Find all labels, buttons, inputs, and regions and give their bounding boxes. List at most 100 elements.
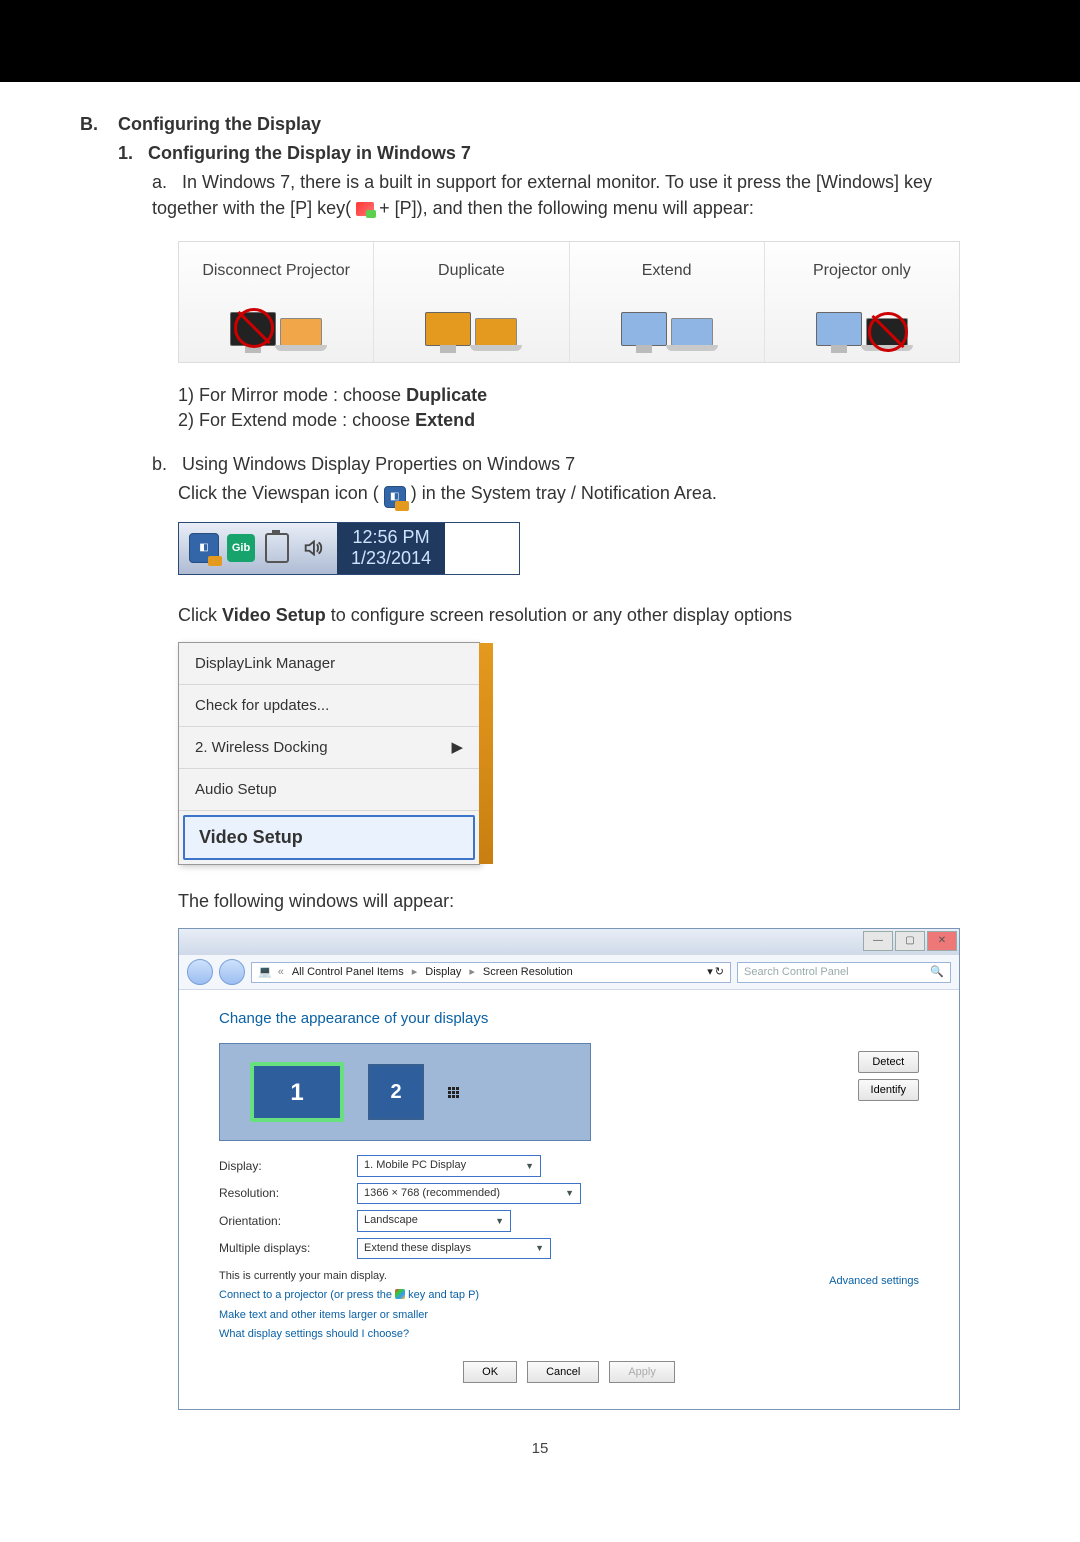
- proj-option-disconnect[interactable]: Disconnect Projector: [179, 242, 374, 362]
- apply-button[interactable]: Apply: [609, 1361, 675, 1383]
- github-tray-icon[interactable]: Gib: [227, 534, 255, 562]
- proj-icon-projector-only: [769, 294, 955, 346]
- breadcrumb-sep: «: [276, 965, 286, 980]
- click-bold: Video Setup: [222, 605, 326, 625]
- menu-item-updates[interactable]: Check for updates...: [179, 685, 479, 727]
- menu-item-wireless-docking[interactable]: 2. Wireless Docking ▶: [179, 727, 479, 769]
- resolution-select[interactable]: 1366 × 768 (recommended) ▼: [357, 1183, 581, 1204]
- paragraph-a: a. In Windows 7, there is a built in sup…: [152, 170, 1000, 220]
- display-2-number: 2: [390, 1078, 401, 1106]
- resolution-row: Resolution: 1366 × 768 (recommended) ▼: [219, 1183, 919, 1204]
- address-refresh-icon[interactable]: ↻: [715, 965, 724, 980]
- click-video-setup-text: Click Video Setup to configure screen re…: [178, 603, 1000, 628]
- section-b-label: B.: [80, 114, 98, 134]
- cancel-button[interactable]: Cancel: [527, 1361, 599, 1383]
- bullet-b-label: b.: [152, 454, 167, 474]
- display-arrangement-area: 1 2 Detect Identify: [219, 1043, 919, 1141]
- display-2[interactable]: 2: [368, 1064, 424, 1120]
- address-dropdown-icon[interactable]: ▾: [707, 965, 713, 980]
- detect-identify-buttons: Detect Identify: [858, 1051, 919, 1101]
- section-b-title: Configuring the Display: [118, 114, 321, 134]
- step1-text: 1) For Mirror mode : choose: [178, 385, 401, 405]
- which-settings-link[interactable]: What display settings should I choose?: [219, 1327, 919, 1342]
- tray-clock[interactable]: 12:56 PM 1/23/2014: [337, 523, 445, 574]
- document-page: B. Configuring the Display 1. Configurin…: [0, 0, 1080, 1499]
- search-placeholder: Search Control Panel: [744, 965, 849, 980]
- orientation-select[interactable]: Landscape ▼: [357, 1210, 511, 1231]
- search-input[interactable]: Search Control Panel 🔍: [737, 962, 951, 983]
- click-post: to configure screen resolution or any ot…: [331, 605, 792, 625]
- speaker-tray-icon[interactable]: [299, 534, 327, 562]
- link1-post: key and tap P): [408, 1289, 479, 1301]
- subsection-1-label: 1.: [118, 143, 133, 163]
- display-arrangement[interactable]: 1 2: [219, 1043, 591, 1141]
- breadcrumb[interactable]: 💻 « All Control Panel Items ▸ Display ▸ …: [251, 962, 731, 983]
- window-body: Change the appearance of your displays 1…: [179, 990, 959, 1408]
- proj-label: Duplicate: [378, 260, 564, 282]
- search-icon: 🔍: [930, 965, 944, 980]
- proj-option-duplicate[interactable]: Duplicate: [374, 242, 569, 362]
- orientation-label: Orientation:: [219, 1213, 339, 1230]
- orientation-value: Landscape: [364, 1213, 418, 1228]
- crumb-3[interactable]: Screen Resolution: [481, 965, 575, 980]
- window-titlebar: — ▢ ✕: [179, 929, 959, 955]
- menu-item-audio-setup[interactable]: Audio Setup: [179, 769, 479, 811]
- windows-key-icon: [356, 202, 374, 216]
- system-tray: ◧ Gib 12:56 PM 1/23/2014: [178, 522, 520, 575]
- proj-option-extend[interactable]: Extend: [570, 242, 765, 362]
- speaker-icon: [302, 537, 324, 559]
- proj-icon-duplicate: [378, 294, 564, 346]
- body-heading: Change the appearance of your displays: [219, 1008, 919, 1029]
- text-size-link[interactable]: Make text and other items larger or smal…: [219, 1308, 919, 1323]
- viewspan-tray-icon[interactable]: ◧: [189, 533, 219, 563]
- subsection-1-heading: 1. Configuring the Display in Windows 7: [118, 141, 1000, 166]
- menu-accent-edge: [479, 643, 493, 864]
- para-b-pre: Click the Viewspan icon (: [178, 483, 384, 503]
- breadcrumb-root-icon: 💻: [258, 965, 272, 980]
- step1-bold: Duplicate: [406, 385, 487, 405]
- detect-button[interactable]: Detect: [858, 1051, 919, 1073]
- step-2: 2) For Extend mode : choose Extend: [178, 408, 1000, 433]
- close-button[interactable]: ✕: [927, 931, 957, 951]
- battery-tray-icon[interactable]: [263, 534, 291, 562]
- multi-select[interactable]: Extend these displays ▼: [357, 1238, 551, 1259]
- proj-label: Disconnect Projector: [183, 260, 369, 282]
- proj-option-projector-only[interactable]: Projector only: [765, 242, 959, 362]
- nav-forward-button[interactable]: [219, 959, 245, 985]
- maximize-button[interactable]: ▢: [895, 931, 925, 951]
- minimize-button[interactable]: —: [863, 931, 893, 951]
- crumb-2[interactable]: Display: [423, 965, 463, 980]
- identify-button[interactable]: Identify: [858, 1079, 919, 1101]
- display-row: Display: 1. Mobile PC Display ▼: [219, 1155, 919, 1176]
- page-content: B. Configuring the Display 1. Configurin…: [0, 82, 1080, 1499]
- proj-icon-extend: [574, 294, 760, 346]
- crumb-1[interactable]: All Control Panel Items: [290, 965, 406, 980]
- ok-button[interactable]: OK: [463, 1361, 517, 1383]
- display-select[interactable]: 1. Mobile PC Display ▼: [357, 1155, 541, 1176]
- connect-projector-link[interactable]: Connect to a projector (or press the key…: [219, 1288, 919, 1303]
- menu-item-video-setup[interactable]: Video Setup: [183, 815, 475, 860]
- breadcrumb-sep: ▸: [467, 965, 477, 980]
- nav-back-button[interactable]: [187, 959, 213, 985]
- para-b-post: ) in the System tray / Notification Area…: [411, 483, 717, 503]
- windows-logo-icon: [395, 1289, 405, 1299]
- display-value: 1. Mobile PC Display: [364, 1158, 466, 1173]
- chevron-down-icon: ▼: [525, 1160, 534, 1173]
- proj-label: Projector only: [769, 260, 955, 282]
- menu-item-dlmanager[interactable]: DisplayLink Manager: [179, 643, 479, 685]
- page-header-bar: [0, 0, 1080, 82]
- display-1[interactable]: 1: [250, 1062, 344, 1122]
- screen-resolution-window: — ▢ ✕ 💻 « All Control Panel Items ▸ Disp…: [178, 928, 960, 1409]
- submenu-arrow-icon: ▶: [451, 737, 463, 758]
- multi-label: Multiple displays:: [219, 1240, 339, 1257]
- step2-text: 2) For Extend mode : choose: [178, 410, 410, 430]
- context-menu: DisplayLink Manager Check for updates...…: [178, 642, 480, 865]
- link1-pre: Connect to a projector (or press the: [219, 1289, 395, 1301]
- para-b-line1: Using Windows Display Properties on Wind…: [182, 454, 575, 474]
- tray-time: 12:56 PM: [351, 527, 431, 549]
- paragraph-a-text2: + [P]), and then the following menu will…: [379, 198, 754, 218]
- chevron-down-icon: ▼: [495, 1215, 504, 1228]
- viewspan-icon: ◧: [384, 486, 406, 508]
- advanced-settings-link[interactable]: Advanced settings: [829, 1274, 919, 1289]
- orientation-row: Orientation: Landscape ▼: [219, 1210, 919, 1231]
